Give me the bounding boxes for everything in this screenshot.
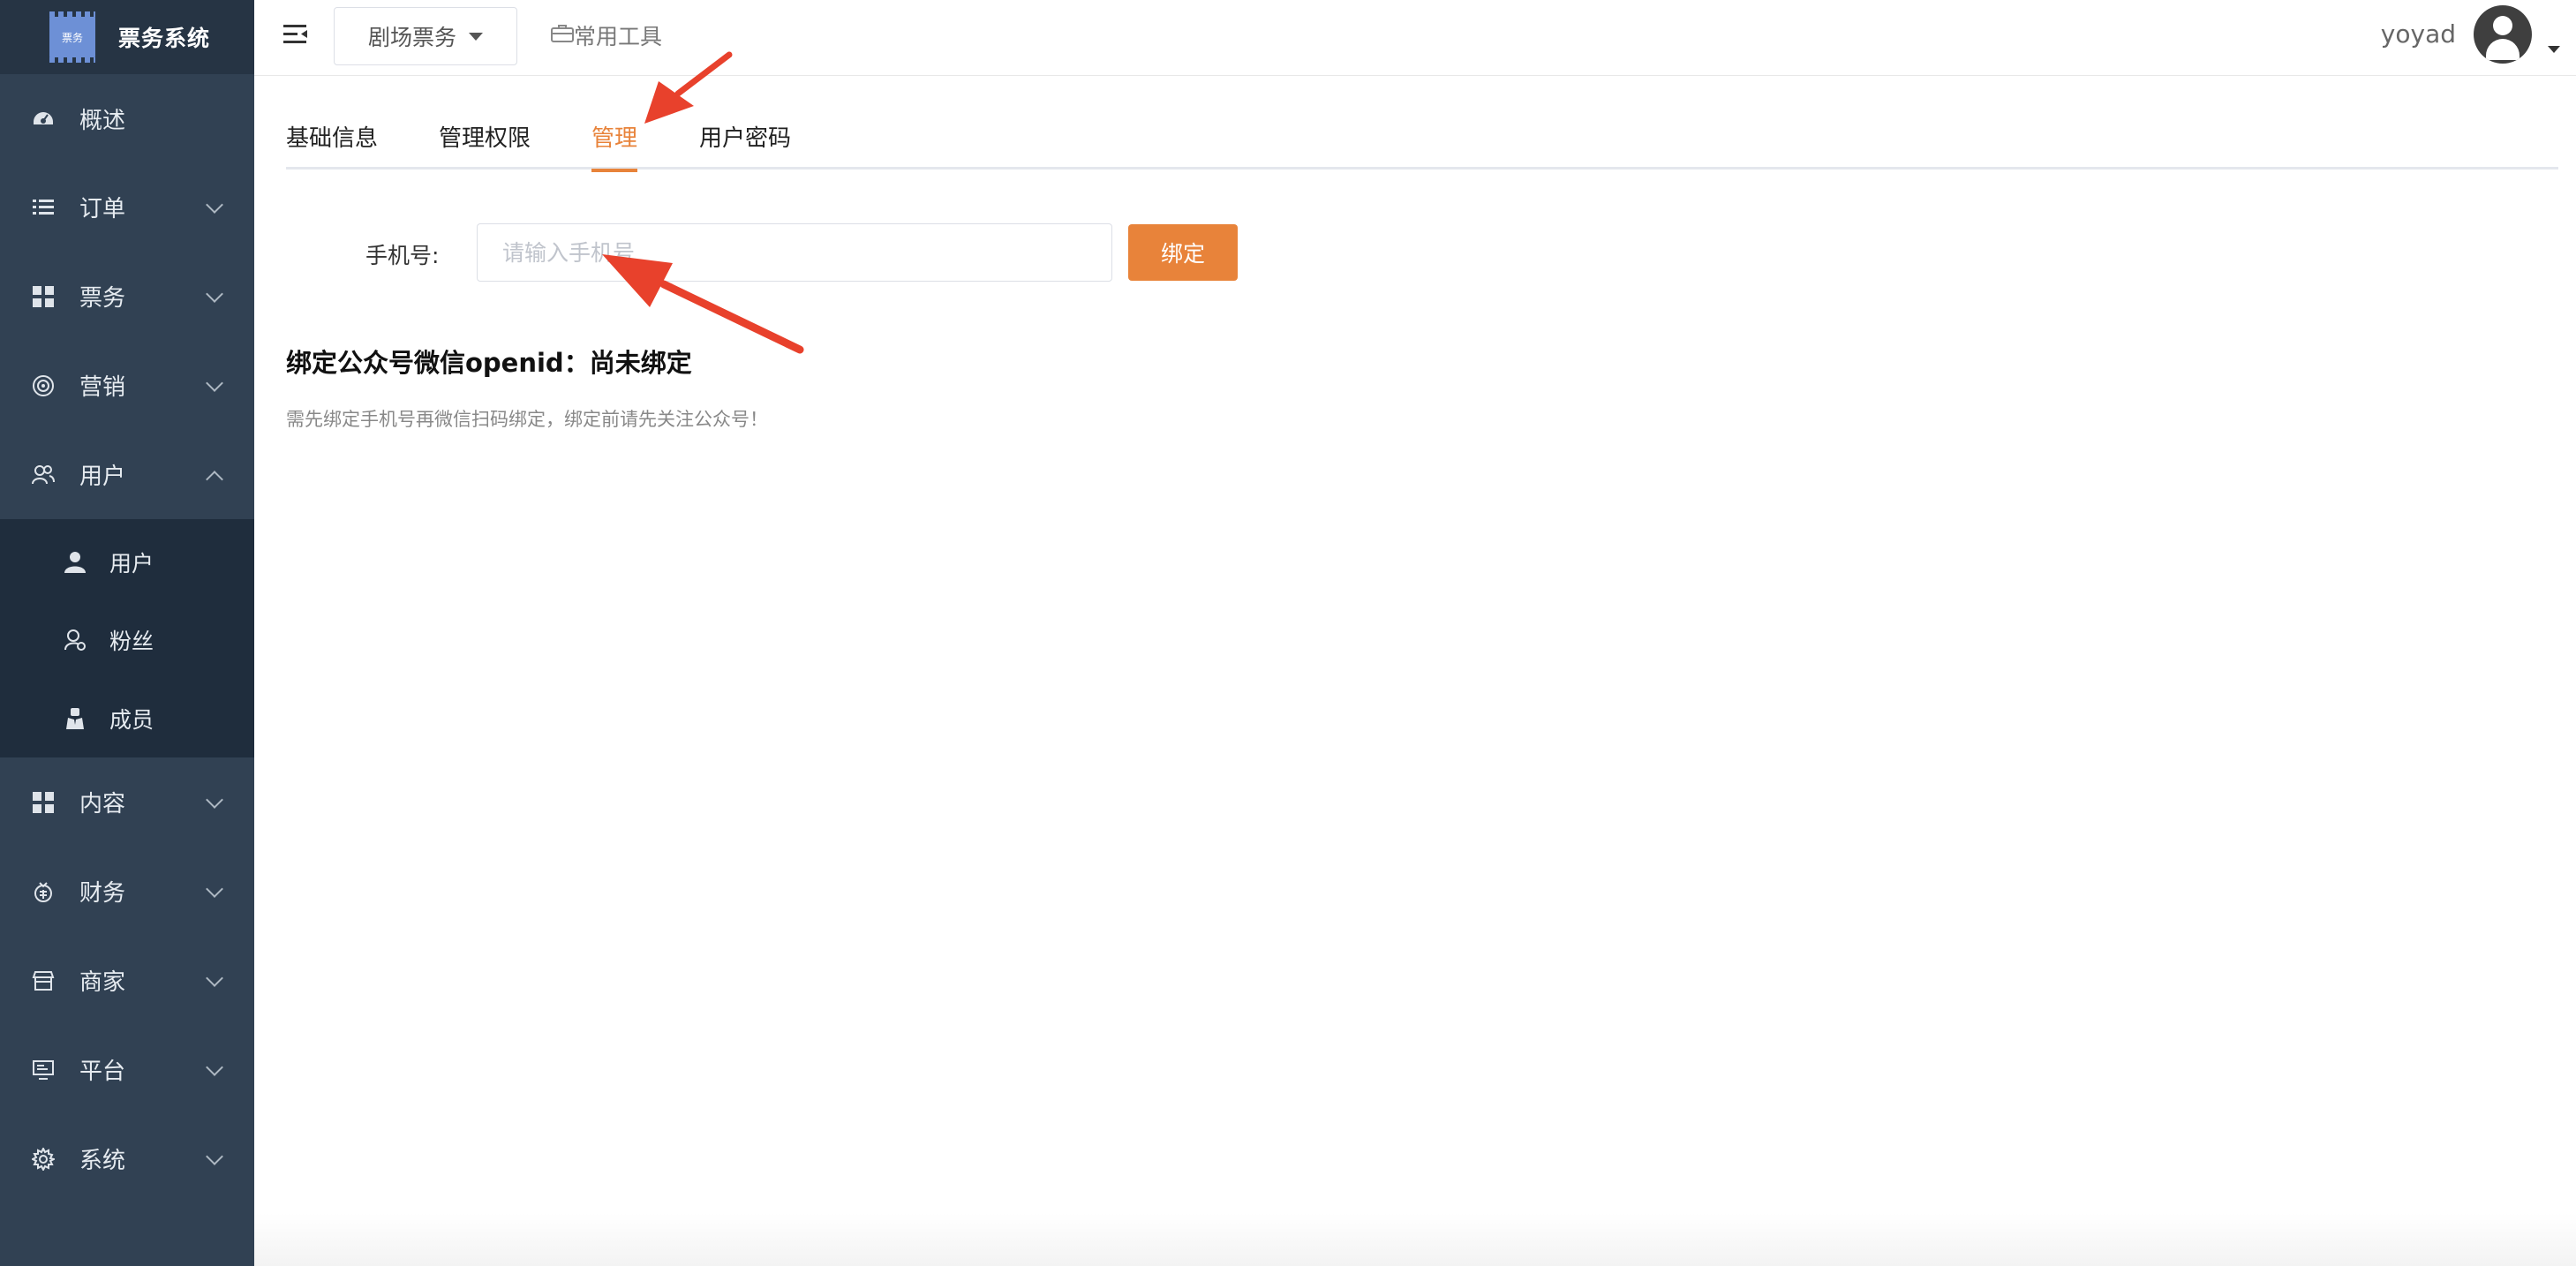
sidebar-item-label: 系统 [79,1148,126,1174]
sidebar-item-label: 财务 [79,880,126,907]
sidebar-item-finance[interactable]: 财务 [0,847,254,936]
menu-collapse-icon[interactable] [282,21,309,48]
chevron-down-icon [206,195,223,214]
avatar-head [2493,16,2512,35]
chevron-down-icon [206,879,223,898]
sidebar-item-marketing[interactable]: 营销 [0,341,254,430]
monitor-icon [32,1059,55,1081]
common-tools-link[interactable]: 常用工具 [551,19,662,51]
logo-bar: 票务 票务系统 [0,0,254,74]
tab-manage[interactable]: 管理 [591,122,638,172]
sidebar-item-label: 票务 [79,285,126,312]
sidebar-item-platform[interactable]: 平台 [0,1025,254,1114]
sidebar-item-content[interactable]: 内容 [0,757,254,847]
avatar-body [2486,39,2520,60]
chevron-down-icon [206,373,223,392]
tab-bar: 基础信息 管理权限 管理 用户密码 [286,122,2558,172]
caret-down-icon [469,32,484,41]
money-icon [32,880,55,903]
chevron-up-icon [206,470,223,488]
tab-permissions[interactable]: 管理权限 [439,122,531,170]
sidebar-item-orders[interactable]: 订单 [0,162,254,252]
member-icon [64,707,87,730]
sidebar-item-label: 订单 [79,196,126,222]
sidebar-item-system[interactable]: 系统 [0,1114,254,1203]
sidebar-item-label: 用户 [79,463,126,490]
annotation-arrows [602,51,804,354]
gear-icon [32,1147,55,1171]
sidebar-item-label: 平台 [79,1059,126,1085]
tab-user-password[interactable]: 用户密码 [699,122,791,170]
sidebar-item-label: 内容 [79,791,126,818]
fans-icon [64,629,87,652]
grid-icon [32,285,55,308]
logo-text: 票务 [61,31,83,44]
grid-icon [32,791,55,814]
ticket-logo-icon: 票务 [49,11,95,63]
submenu-item-label: 用户 [109,551,154,576]
sidebar-item-label: 商家 [79,969,126,996]
submenu-item-fans[interactable]: 粉丝 [0,600,254,680]
chevron-down-icon [206,1058,223,1076]
bind-hint: 需先绑定手机号再微信扫码绑定，绑定前请先关注公众号！ [286,409,768,430]
submenu-item-label: 粉丝 [109,629,154,654]
sidebar-item-tickets[interactable]: 票务 [0,252,254,341]
sidebar-item-merchants[interactable]: 商家 [0,936,254,1025]
tab-basic-info[interactable]: 基础信息 [286,122,378,170]
sidebar-item-users[interactable]: 用户 [0,430,254,519]
bind-button[interactable]: 绑定 [1128,224,1238,281]
chevron-down-icon [206,1147,223,1165]
chevron-down-icon [206,790,223,809]
sidebar-item-label: 概述 [79,107,126,134]
submenu-item-user[interactable]: 用户 [0,519,254,600]
sidebar-item-overview[interactable]: 概述 [0,74,254,162]
openid-status: 绑定公众号微信openid：尚未绑定 [286,348,692,378]
phone-label: 手机号: [365,243,440,268]
phone-input[interactable] [477,223,1112,282]
submenu-item-members[interactable]: 成员 [0,680,254,757]
target-icon [32,374,55,397]
user-avatar[interactable] [2474,5,2532,64]
sidebar-item-label: 营销 [79,374,126,401]
users-icon [32,463,55,486]
app-title: 票务系统 [118,26,211,51]
submenu-item-label: 成员 [109,707,154,733]
list-icon [32,196,55,219]
sidebar: 票务 票务系统 概述 订单 票务 营销 用户 用户 粉丝 成员 内容 财务 商家… [0,0,254,1266]
person-icon [64,551,87,574]
theater-select[interactable]: 剧场票务 [334,7,517,65]
store-icon [32,969,55,992]
theater-select-value: 剧场票务 [368,25,457,50]
dashboard-icon [32,107,55,130]
bottom-fade [254,1213,2576,1266]
caret-down-icon[interactable] [2548,46,2560,53]
username[interactable]: yoyad [2381,19,2456,49]
chevron-down-icon [206,284,223,303]
users-submenu: 用户 粉丝 成员 [0,519,254,757]
toolbox-icon [551,23,574,49]
common-tools-label: 常用工具 [574,24,663,49]
chevron-down-icon [206,968,223,987]
top-header: 剧场票务 常用工具 yoyad [254,0,2576,76]
